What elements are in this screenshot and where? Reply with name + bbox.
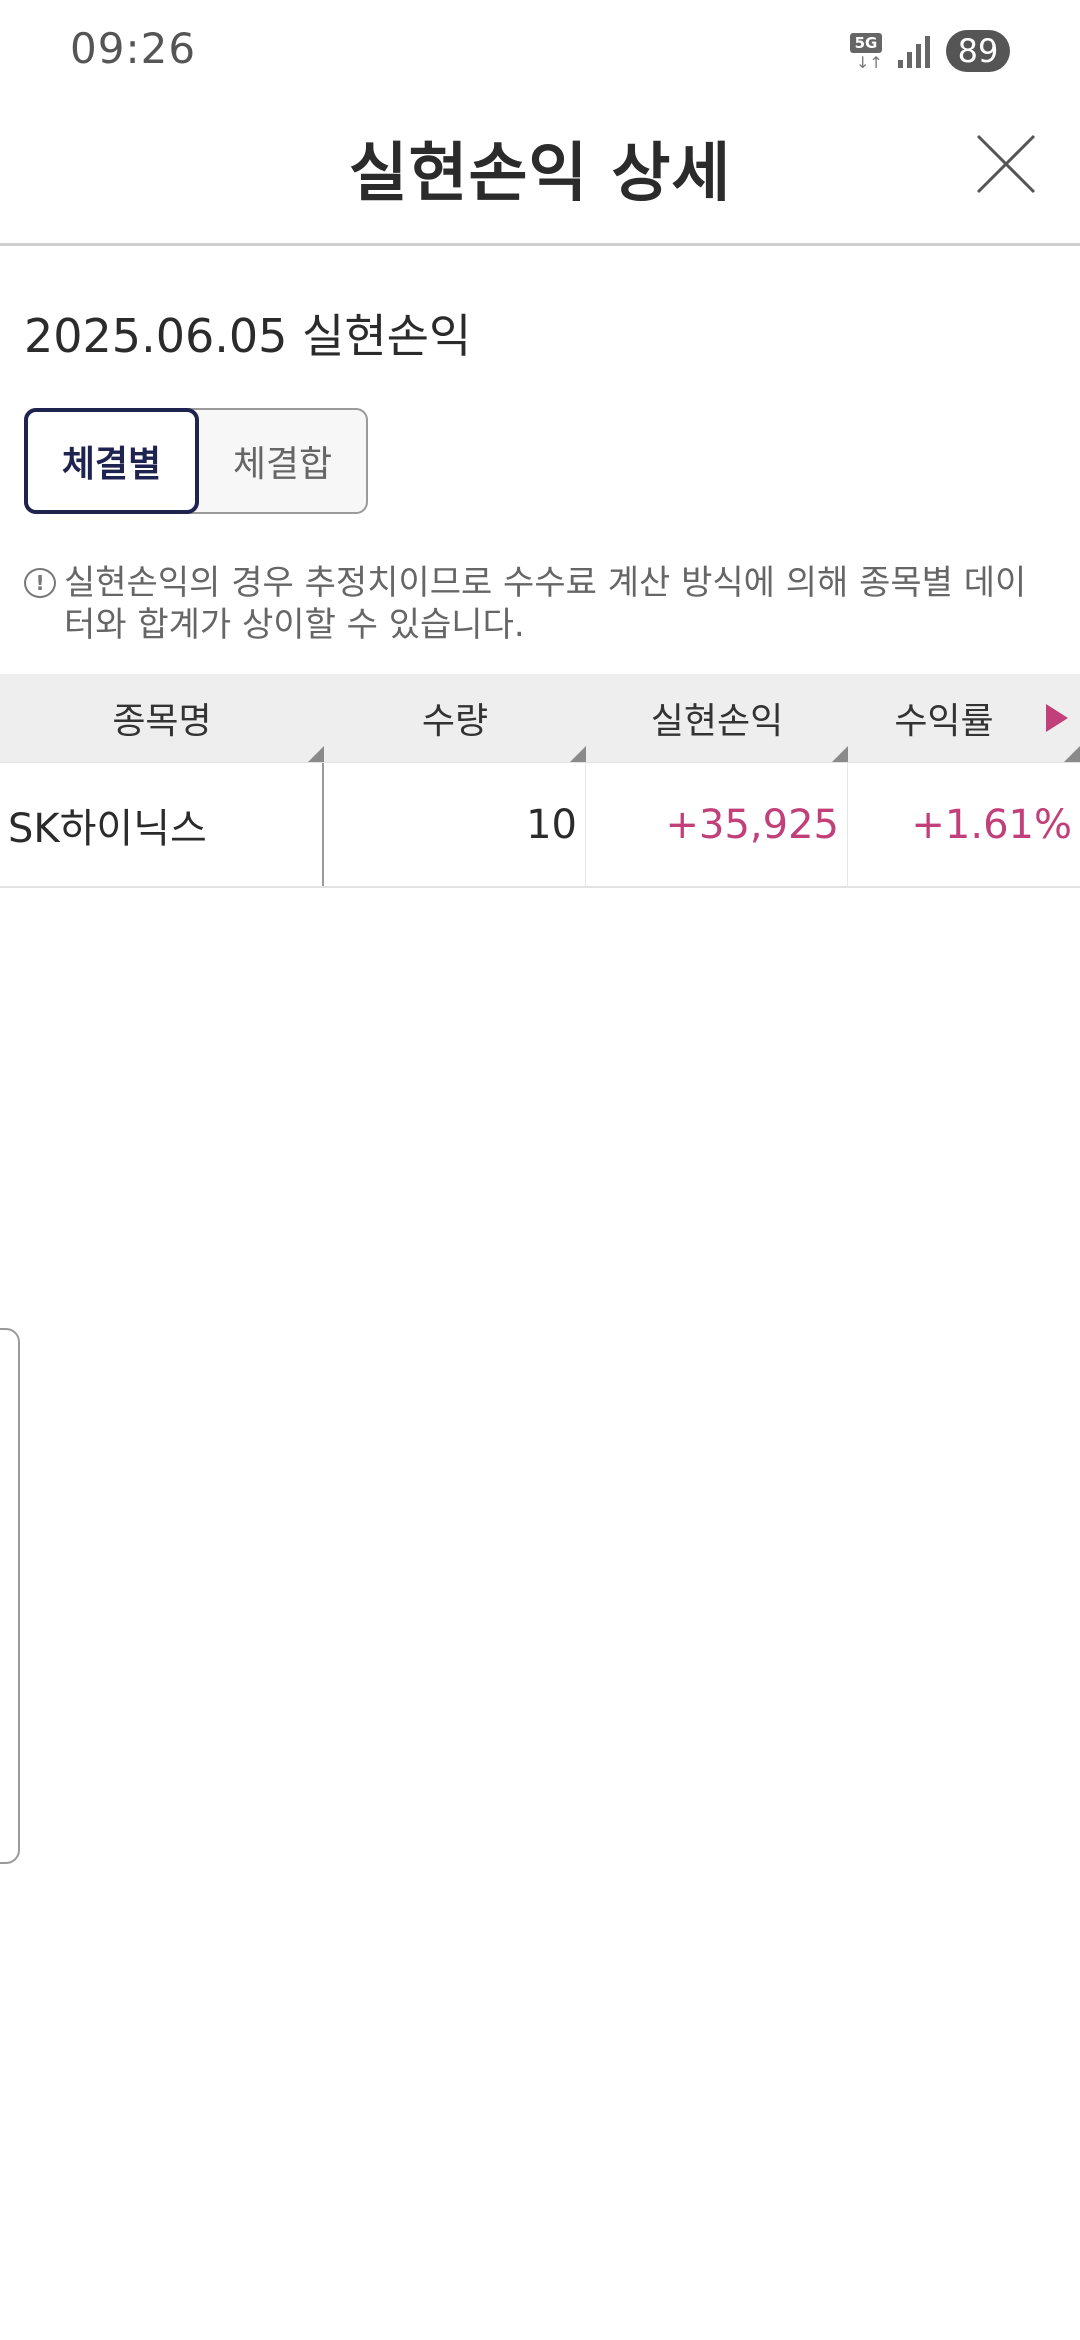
status-icons: 5G ↓↑ 89: [850, 28, 1010, 74]
scroll-right-arrow-icon[interactable]: [1046, 704, 1068, 732]
battery-indicator: 89: [946, 30, 1010, 72]
view-toggle: 체결별 체결합: [24, 408, 368, 514]
sort-corner-icon: [308, 746, 324, 762]
network-5g-icon: 5G ↓↑: [850, 31, 884, 71]
column-header-realized-pnl-label: 실현손익: [650, 701, 784, 742]
table-header: 종목명 수량 실현손익 수익률: [0, 674, 1080, 762]
data-arrows-icon: ↓↑: [856, 53, 883, 72]
header: 실현손익 상세: [0, 100, 1080, 246]
toggle-execution-sum[interactable]: 체결합: [199, 410, 366, 512]
network-label: 5G: [850, 33, 882, 53]
notice-text: 실현손익의 경우 추정치이므로 수수료 계산 방식에 의해 종목별 데이터와 합…: [64, 563, 1027, 645]
signal-strength-icon: [898, 34, 932, 68]
column-header-return-rate[interactable]: 수익률: [848, 674, 1080, 762]
page-title: 실현손익 상세: [348, 137, 732, 211]
close-icon: [976, 134, 1036, 194]
column-header-realized-pnl[interactable]: 실현손익: [586, 674, 848, 762]
sort-corner-icon: [570, 746, 586, 762]
column-header-name-label: 종목명: [112, 701, 212, 742]
date-title: 2025.06.05 실현손익: [24, 309, 472, 363]
cell-stock-name: SK하이닉스: [0, 763, 324, 886]
cell-realized-pnl: +35,925: [586, 763, 848, 886]
info-icon: !: [24, 568, 56, 598]
status-bar: 09:26 5G ↓↑ 89: [0, 0, 1080, 100]
toggle-by-execution[interactable]: 체결별: [24, 408, 199, 514]
column-header-return-rate-label: 수익률: [894, 701, 994, 742]
sort-corner-icon: [1064, 746, 1080, 762]
sort-corner-icon: [832, 746, 848, 762]
table-row[interactable]: SK하이닉스 10 +35,925 +1.61%: [0, 762, 1080, 888]
column-header-quantity[interactable]: 수량: [324, 674, 586, 762]
cell-return-rate: +1.61%: [911, 801, 1072, 848]
column-header-quantity-label: 수량: [421, 701, 489, 742]
column-header-name[interactable]: 종목명: [0, 674, 324, 762]
pnl-table: 종목명 수량 실현손익 수익률 SK하이닉스 10 +35,925 +1.61%: [0, 674, 1080, 888]
notice: ! 실현손익의 경우 추정치이므로 수수료 계산 방식에 의해 종목별 데이터와…: [24, 562, 1054, 646]
cell-quantity: 10: [324, 763, 586, 886]
edge-panel-handle[interactable]: [0, 1328, 20, 1864]
status-time: 09:26: [70, 24, 197, 73]
close-button[interactable]: [972, 130, 1042, 200]
